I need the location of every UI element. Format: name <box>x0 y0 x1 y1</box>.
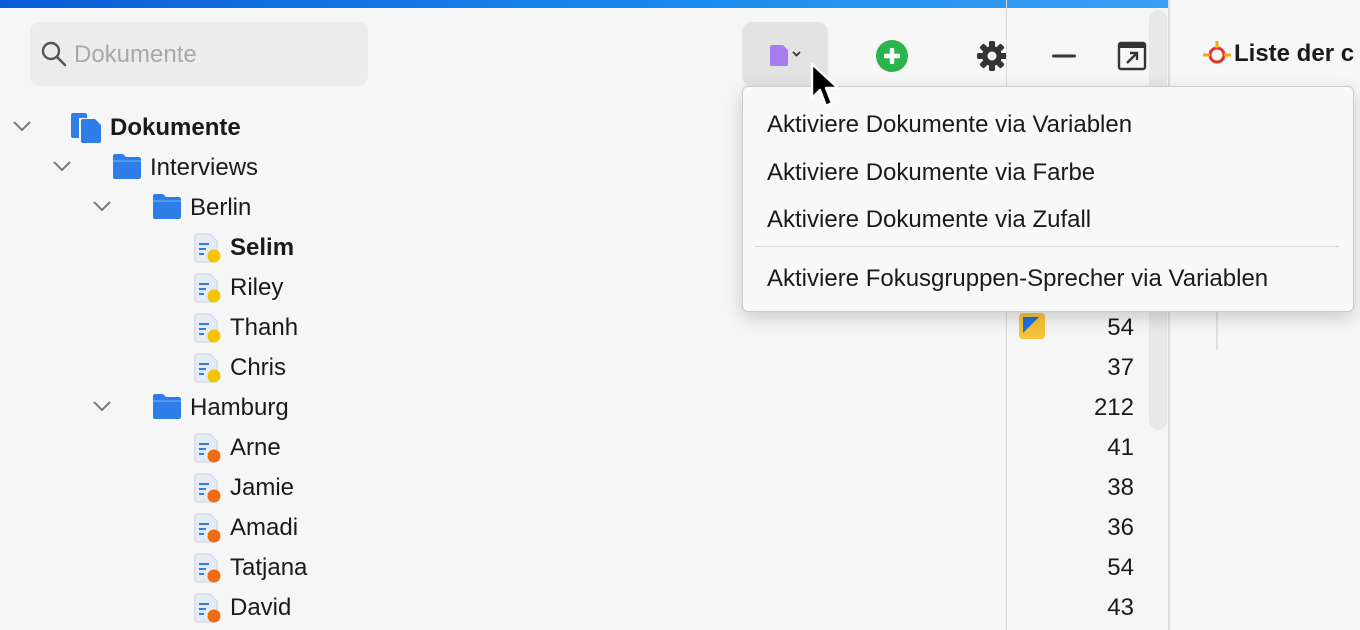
tree-document-item[interactable]: Arne <box>230 434 281 462</box>
document-activation-menu: Aktiviere Dokumente via Variablen Aktivi… <box>742 86 1354 312</box>
text-document-icon <box>194 433 221 463</box>
menu-item-activate-random[interactable]: Aktiviere Dokumente via Zufall <box>767 206 1091 234</box>
tree-group-berlin[interactable]: Berlin <box>190 194 251 222</box>
tree-document-item[interactable]: Thanh <box>230 314 298 342</box>
tree-document-item[interactable]: Chris <box>230 354 286 382</box>
chevron-down-icon[interactable] <box>90 394 114 418</box>
text-document-icon <box>194 233 221 263</box>
count-amadi: 36 <box>1107 514 1134 541</box>
text-document-icon <box>194 313 221 343</box>
tree-document-item[interactable]: Selim <box>230 234 294 262</box>
chevron-down-icon[interactable] <box>10 114 34 138</box>
tree-document-item[interactable]: Amadi <box>230 514 298 542</box>
folder-icon <box>153 194 181 219</box>
text-document-icon <box>194 353 221 383</box>
tree-document-item[interactable]: Jamie <box>230 474 294 502</box>
chevron-down-icon[interactable] <box>90 194 114 218</box>
folder-icon <box>153 394 181 419</box>
minus-icon <box>1052 54 1076 58</box>
popout-button[interactable] <box>1112 36 1152 76</box>
menu-separator <box>755 246 1339 247</box>
mouse-pointer-icon <box>810 62 840 108</box>
plus-circle-green-icon <box>876 40 908 72</box>
add-document-button[interactable] <box>872 36 912 76</box>
popout-icon <box>1117 41 1147 71</box>
minimize-button[interactable] <box>1044 36 1084 76</box>
menu-item-activate-by-color[interactable]: Aktiviere Dokumente via Farbe <box>767 159 1095 187</box>
count-tatjana: 54 <box>1107 554 1134 581</box>
document-purple-icon <box>770 45 801 66</box>
count-chris: 37 <box>1107 354 1134 381</box>
right-panel-title: Liste der c <box>1234 40 1355 67</box>
search-icon <box>41 41 67 67</box>
tree-document-item[interactable]: Tatjana <box>230 554 307 582</box>
tree-document-item[interactable]: David <box>230 594 291 622</box>
tree-group-interviews[interactable]: Interviews <box>150 154 258 182</box>
documents-root-icon <box>71 113 101 143</box>
text-document-icon <box>194 513 221 543</box>
text-document-icon <box>194 553 221 583</box>
count-jamie: 38 <box>1107 474 1134 501</box>
text-document-icon <box>194 593 221 623</box>
chevron-down-icon[interactable] <box>50 154 74 178</box>
folder-icon <box>113 154 141 179</box>
count-hamburg: 212 <box>1093 394 1134 421</box>
text-document-icon <box>194 473 221 503</box>
tree-root-label[interactable]: Dokumente <box>110 114 241 142</box>
count-thanh: 54 <box>1107 314 1134 341</box>
menu-item-activate-focus-group-speakers[interactable]: Aktiviere Fokusgruppen-Sprecher via Vari… <box>767 265 1268 293</box>
count-david: 43 <box>1107 594 1134 621</box>
window-accent-bar <box>0 0 1168 8</box>
tree-document-item[interactable]: Riley <box>230 274 283 302</box>
search-box[interactable] <box>30 22 368 86</box>
tree-group-hamburg[interactable]: Hamburg <box>190 394 289 422</box>
search-input[interactable] <box>72 36 356 74</box>
gear-icon <box>977 41 1007 71</box>
text-document-icon <box>194 273 221 303</box>
count-arne: 41 <box>1107 434 1134 461</box>
code-list-icon <box>1203 41 1231 64</box>
menu-item-activate-by-variables[interactable]: Aktiviere Dokumente via Variablen <box>767 111 1132 139</box>
